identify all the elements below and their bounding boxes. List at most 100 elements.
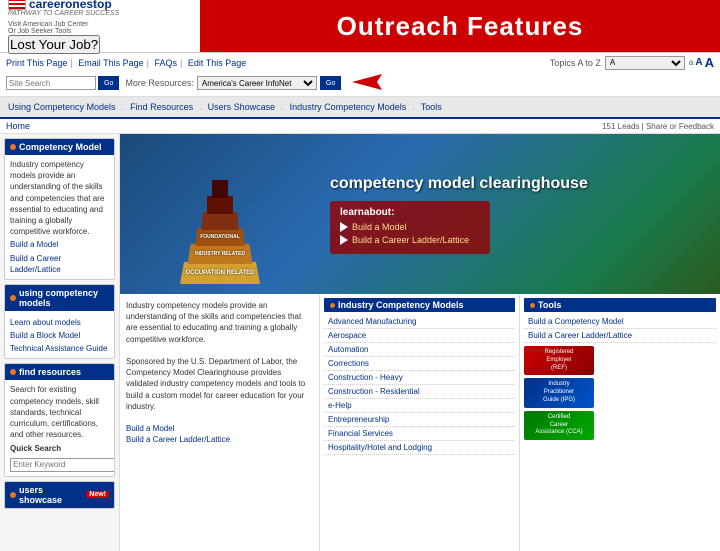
header: careeronestop PATHWAY TO CAREER SUCCESS …: [0, 0, 720, 53]
nav-using-competency[interactable]: Using Competency Models: [4, 100, 120, 114]
content: Competency Model Industry competency mod…: [0, 134, 720, 551]
lost-job-button[interactable]: Lost Your Job?: [8, 35, 100, 54]
top-nav-row1: Print This Page| Email This Page| FAQs| …: [6, 55, 714, 70]
tools-list: Build a Competency Model Build a Career …: [524, 315, 716, 343]
quick-search-label: Quick Search: [10, 443, 109, 454]
font-small[interactable]: a: [689, 58, 693, 67]
dot-icon: [10, 144, 16, 150]
dot-icon2: [10, 295, 16, 301]
print-page-link[interactable]: Print This Page: [6, 58, 67, 68]
list-item[interactable]: Hospitality/Hotel and Lodging: [324, 441, 515, 455]
arrow-svg: [347, 72, 387, 92]
new-badge: New!: [86, 491, 109, 498]
nav-industry-models[interactable]: Industry Competency Models: [286, 100, 411, 114]
sidebar-search: Search: [10, 458, 109, 472]
or-label: Or Job Seeker Tools: [8, 28, 119, 35]
list-item[interactable]: Build a Career Ladder/Lattice: [524, 329, 716, 343]
pyramid-layer-2: INDUSTRY RELATED: [188, 244, 253, 264]
dot-icon3: [10, 369, 16, 375]
font-size-controls: a A A: [689, 55, 714, 70]
find-resources-header: find resources: [5, 364, 114, 380]
build-block-link[interactable]: Build a Block Model: [10, 330, 109, 341]
hero-title: competency model clearinghouse: [330, 175, 710, 193]
tools-section: Tools Build a Competency Model Build a C…: [520, 294, 720, 551]
competency-build-model[interactable]: Build a Model: [126, 424, 174, 433]
pyramid-area: OCCUPATION RELATED INDUSTRY RELATED FOUN…: [120, 134, 320, 294]
competency-model-body: Industry competency models provide an un…: [5, 155, 114, 279]
find-resources-body: Search for existing competency models, s…: [5, 380, 114, 475]
email-page-link[interactable]: Email This Page: [78, 58, 143, 68]
red-arrow-indicator: [347, 72, 387, 94]
search-button[interactable]: Go: [98, 76, 119, 90]
topics-select[interactable]: A: [605, 56, 685, 70]
list-item[interactable]: Construction - Residential: [324, 385, 515, 399]
list-item[interactable]: Advanced Manufacturing: [324, 315, 515, 329]
breadcrumb: Home: [6, 121, 30, 131]
keyword-input[interactable]: [10, 458, 115, 472]
tech-guide-link[interactable]: Technical Assistance Guide: [10, 343, 109, 354]
list-item[interactable]: Entrepreneurship: [324, 413, 515, 427]
find-resources-title: find resources: [19, 367, 81, 377]
using-competency-body: Learn about models Build a Block Model T…: [5, 311, 114, 359]
dot-icon4: [10, 492, 16, 498]
pyramid-layer-1: OCCUPATION RELATED: [180, 262, 260, 284]
tools-label: Tools: [538, 300, 561, 310]
tool-thumb-1[interactable]: RegisteredEmployer(REF): [524, 346, 594, 375]
competency-model-title: Competency Model: [19, 142, 102, 152]
top-nav: Print This Page| Email This Page| FAQs| …: [0, 53, 720, 97]
list-item[interactable]: Aerospace: [324, 329, 515, 343]
dot-icon6: [530, 303, 535, 308]
pyramid-layer-4: [201, 212, 239, 230]
edit-page-link[interactable]: Edit This Page: [188, 58, 246, 68]
nav-users-showcase[interactable]: Users Showcase: [204, 100, 280, 114]
font-medium[interactable]: A: [695, 57, 702, 68]
list-item[interactable]: Corrections: [324, 357, 515, 371]
play-icon-1: [340, 222, 348, 232]
hero-text: competency model clearinghouse learnabou…: [320, 165, 720, 264]
more-resources-go[interactable]: Go: [320, 76, 341, 90]
users-showcase-title: users showcase: [19, 485, 79, 505]
nav-tools[interactable]: Tools: [417, 100, 446, 114]
topics-label: Topics A to Z: [550, 58, 601, 68]
find-resources-section: find resources Search for existing compe…: [4, 363, 115, 476]
learn-item-1[interactable]: Build a Model: [340, 222, 480, 232]
play-icon-2: [340, 235, 348, 245]
outreach-title: Outreach Features: [337, 11, 584, 42]
nav-find-resources[interactable]: Find Resources: [126, 100, 197, 114]
list-item[interactable]: Automation: [324, 343, 515, 357]
search-input[interactable]: [6, 76, 96, 90]
list-item[interactable]: Financial Services: [324, 427, 515, 441]
logo-area: careeronestop PATHWAY TO CAREER SUCCESS …: [0, 0, 200, 52]
competency-build-ladder[interactable]: Build a Career Ladder/Lattice: [126, 435, 230, 444]
learn-item-2[interactable]: Build a Career Ladder/Lattice: [340, 235, 480, 245]
users-showcase-section: users showcase New!: [4, 481, 115, 509]
font-large[interactable]: A: [705, 55, 714, 70]
top-nav-links: Print This Page| Email This Page| FAQs| …: [6, 58, 249, 68]
tool-thumb-2[interactable]: IndustryPractitionerGuide (IPG): [524, 378, 594, 407]
build-ladder-hero-link[interactable]: Build a Career Ladder/Lattice: [352, 235, 469, 245]
industry-models-title: Industry Competency Models: [324, 298, 515, 312]
build-model-link[interactable]: Build a Model: [10, 239, 109, 250]
tool-thumb-3[interactable]: CertifiedCareerAssistance (CCA): [524, 411, 594, 440]
list-item[interactable]: Build a Competency Model: [524, 315, 716, 329]
outreach-banner: Outreach Features: [200, 0, 720, 52]
dot-icon5: [330, 303, 335, 308]
more-resources: More Resources: America's Career InfoNet…: [125, 76, 341, 90]
top-nav-row2: Go More Resources: America's Career Info…: [6, 72, 714, 94]
faqs-link[interactable]: FAQs: [154, 58, 177, 68]
learn-models-link[interactable]: Learn about models: [10, 317, 109, 328]
more-resources-select[interactable]: America's Career InfoNet: [197, 76, 317, 90]
competency-desc-text: Industry competency models provide an un…: [126, 300, 313, 345]
users-showcase-header: users showcase New!: [5, 482, 114, 508]
list-item[interactable]: e-Help: [324, 399, 515, 413]
build-model-hero-link[interactable]: Build a Model: [352, 222, 407, 232]
pyramid-layer-3: FOUNDATIONAL: [195, 228, 245, 246]
breadcrumb-home[interactable]: Home: [6, 121, 30, 131]
learn-about-title: learnabout:: [340, 207, 480, 218]
competency-description: Industry competency models provide an un…: [120, 294, 320, 551]
learn-about-box: learnabout: Build a Model Build a Career…: [330, 201, 490, 254]
main-nav: Using Competency Models . Find Resources…: [0, 97, 720, 119]
build-ladder-link[interactable]: Build a Career Ladder/Lattice: [10, 253, 109, 275]
list-item[interactable]: Construction - Heavy: [324, 371, 515, 385]
using-competency-section: using competency models Learn about mode…: [4, 284, 115, 360]
